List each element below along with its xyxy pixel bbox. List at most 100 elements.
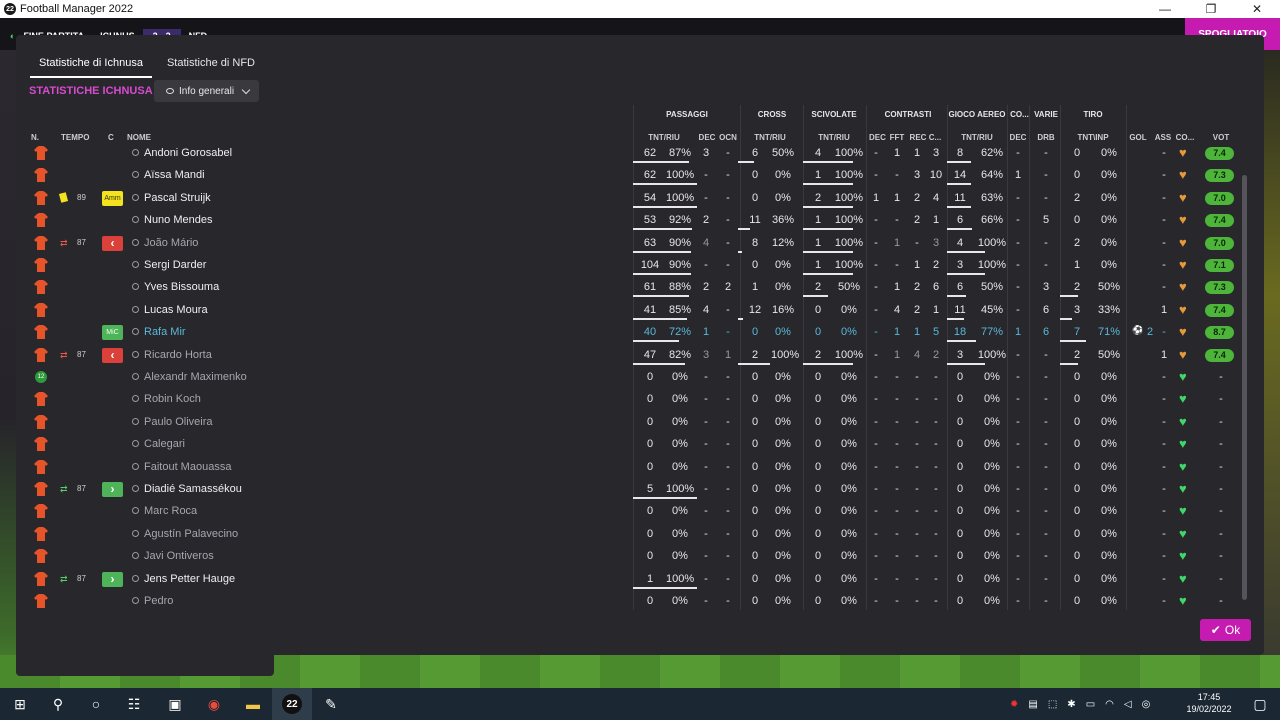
header-column[interactable]: NOME [127,133,151,142]
player-name[interactable]: Agustín Palavecino [144,523,238,545]
scrollbar[interactable] [1242,175,1247,600]
ok-button[interactable]: ✔ Ok [1200,619,1251,641]
bluetooth-icon[interactable]: ✱ [1067,699,1075,710]
table-row[interactable]: Yves Bissouma 61 88% 2 2 1 0% 2 50% -1 2 6 6 50% -3 2 50… [16,276,1236,298]
player-name[interactable]: Aïssa Mandi [144,164,205,186]
task-view-icon[interactable]: ☷ [114,688,154,720]
header-column[interactable]: DEC [1009,133,1027,142]
header-column[interactable]: FFT [888,133,906,142]
table-row[interactable]: ⇄ ‹ 87 João Mário 63 90% 4-8 12% 1 100% -1-3 4 100% -… [16,232,1236,254]
stat-scp: 0% [841,572,857,585]
tab-nfd-stats[interactable]: Statistiche di NFD [158,47,264,78]
header-column[interactable]: DEC [696,133,718,142]
search-icon[interactable]: ⚲ [38,688,78,720]
network-drive-icon[interactable]: ▭ [1086,699,1095,710]
header-column[interactable]: ASS [1154,133,1172,142]
table-row[interactable]: Javi Ontiveros 0 0% - -0 0% 0 0% - - - -0 0% - -0 0% - ♥ - [16,545,1236,567]
header-column[interactable]: CO... [1174,133,1196,142]
table-row[interactable]: Robin Koch 0 0% - -0 0% 0 0% - - - -0 0% - -0 0% - ♥ - [16,388,1236,410]
player-name[interactable]: Sergi Darder [144,254,206,276]
taskbar-clock[interactable]: 17:45 19/02/2022 [1184,691,1234,715]
table-row[interactable]: Andoni Gorosabel 62 87% 3-6 50% 4 100% -1 1 3 8 62%… [16,142,1236,164]
table-row[interactable]: MiC Rafa Mir 40 72% 1-0 0% 0 0% -1 1 5 18 77% 1 6 7 71% 2… [16,321,1236,343]
table-row[interactable]: Lucas Moura 41 85% 4-12 16% 0 0% -4 2 1 11 45% -6 3 33… [16,299,1236,321]
stat-gap: 45% [980,303,1004,316]
header-column[interactable]: TNT/RIU [958,133,996,142]
table-row[interactable]: 89 Amm Pascal Struijk 54 100% - -0 0% 2 100% 1 1 2 4 1… [16,187,1236,209]
wifi-icon[interactable]: ◠ [1105,699,1114,710]
player-name[interactable]: Javi Ontiveros [144,545,214,567]
maximize-button[interactable]: ❐ [1188,0,1234,18]
header-column[interactable]: GOL [1127,133,1149,142]
football-manager-taskbar-icon[interactable]: 22 [272,688,312,720]
stat-cc: 1 [932,214,940,227]
table-row[interactable]: Paulo Oliveira 0 0% - -0 0% 0 0% - - - -0 0% - -0 0% - ♥ - [16,411,1236,433]
cortana-icon[interactable]: ○ [76,688,116,720]
header-column[interactable]: OCN [718,133,738,142]
header-column[interactable]: TNT\INP [1073,133,1113,142]
player-name[interactable]: Pedro [144,590,173,612]
stat-cdec: - [874,460,878,473]
header-column[interactable]: TEMPO [61,133,89,142]
table-row[interactable]: ⇄ ‹ 87 Ricardo Horta 47 82% 3 1 2 100% 2 100% -1 4 2 3 1… [16,344,1236,366]
paint-icon[interactable]: ✎ [311,688,351,720]
tray-icon-2[interactable]: ⬚ [1048,699,1057,710]
player-name[interactable]: Lucas Moura [144,299,208,321]
header-column[interactable]: VOT [1207,133,1235,142]
player-name[interactable]: Faitout Maouassa [144,456,231,478]
windows-start-icon[interactable]: ⊞ [0,688,40,720]
player-name[interactable]: Calegari [144,433,185,455]
table-row[interactable]: ⇄ › 87 Jens Petter Hauge 1 100% - -0 0% 0 0% - - - -0 0… [16,568,1236,590]
header-column[interactable]: TNT/RIU [816,133,852,142]
table-row[interactable]: Aïssa Mandi 62 100% - -0 0% 1 100% - -3 10 14 64% 1-0… [16,164,1236,186]
header-column[interactable]: C [108,133,114,142]
table-row[interactable]: Faitout Maouassa 0 0% - - 0 0% 0 0% - - - - 0 0% - - 0 0% -… [16,456,1236,478]
table-row[interactable]: ⇄ › 87 Diadié Samassékou 5 100% - -0 0% 0 0% - - - -0 0… [16,478,1236,500]
player-name[interactable]: Marc Roca [144,500,197,522]
player-name[interactable]: Alexandr Maximenko [144,366,247,388]
table-row[interactable]: Agustín Palavecino 0 0% - - 0 0% 0 0% - - - - 0 0% - - 0 0… [16,523,1236,545]
player-name[interactable]: Jens Petter Hauge [144,568,235,590]
app-icon[interactable]: ▣ [155,688,195,720]
volume-icon[interactable]: ◁ [1124,699,1132,710]
tab-ichnusa-stats[interactable]: Statistiche di Ichnusa [30,47,152,78]
close-window-button[interactable]: ✕ [1234,0,1280,18]
table-row[interactable]: 12 Alexandr Maximenko 0 0% - - 0 0% 0 0% - - - - 0 0% - -… [16,366,1236,388]
stat-ga: 0 [956,505,964,518]
header-column[interactable]: TNT/RIU [643,133,685,142]
header-column[interactable]: C... [927,133,943,142]
player-name[interactable]: Robin Koch [144,388,201,410]
stat-ass: - [1162,214,1166,227]
file-explorer-icon[interactable]: ▬ [233,688,273,720]
flag-icon[interactable]: ✹ [1010,699,1018,710]
header-column[interactable]: N. [31,133,39,142]
player-name[interactable]: Andoni Gorosabel [144,142,232,164]
view-dropdown[interactable]: Info generali [154,80,259,102]
person-icon [131,283,139,291]
header-column[interactable]: DEC [869,133,886,142]
table-row[interactable]: Calegari 0 0% - -0 0% 0 0% - - - -0 0% - -0 0% - ♥ - [16,433,1236,455]
header-column[interactable]: TNT/RIU [751,133,789,142]
steam-icon[interactable]: ◎ [1142,699,1151,710]
table-row[interactable]: Pedro 0 0% - - 0 0% 0 0% - - - - 0 0% - - 0 0% - ♥ - [16,590,1236,612]
player-name[interactable]: Diadié Samassékou [144,478,242,500]
match-rating-empty: - [1219,460,1223,473]
player-name[interactable]: Yves Bissouma [144,276,219,298]
tray-app-icon[interactable]: ▤ [1028,699,1037,710]
stat-rec: - [915,483,919,495]
minimize-button[interactable]: — [1142,0,1188,18]
chrome-icon[interactable]: ◉ [194,688,234,720]
player-name[interactable]: Nuno Mendes [144,209,213,231]
table-row[interactable]: Marc Roca 0 0% - -0 0% 0 0% - - - -0 0% - -0 0% - ♥ - [16,500,1236,522]
header-column[interactable]: DRB [1035,133,1057,142]
notifications-icon[interactable]: ▢ [1240,688,1280,720]
table-row[interactable]: Sergi Darder 104 90% - -0 0% 1 100% - -1 2 3 100% - -1… [16,254,1236,276]
player-name[interactable]: João Mário [144,232,198,254]
player-name[interactable]: Paulo Oliveira [144,411,212,433]
header-column[interactable]: REC [909,133,927,142]
table-row[interactable]: Nuno Mendes 53 92% 2-11 36% 1 100% - -2 1 6 66% -5 0 0… [16,209,1236,231]
player-name[interactable]: Ricardo Horta [144,344,212,366]
player-name[interactable]: Pascal Struijk [144,187,211,209]
player-name[interactable]: Rafa Mir [144,321,186,343]
stat-gap: 66% [980,214,1004,227]
